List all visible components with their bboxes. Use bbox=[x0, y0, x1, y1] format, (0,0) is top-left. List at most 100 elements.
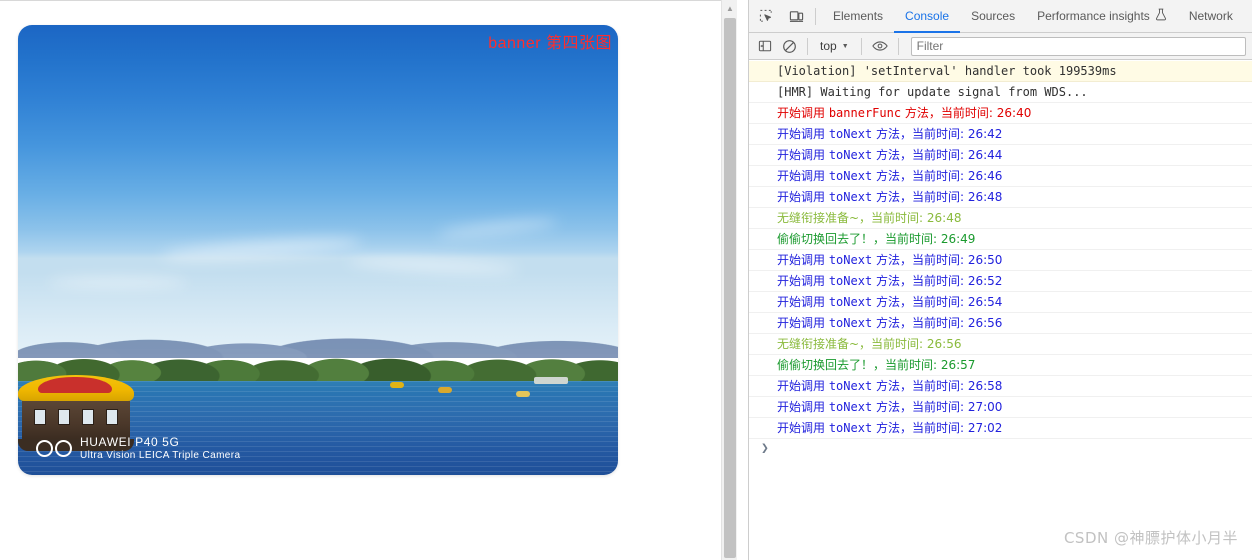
console-log-banner-func[interactable]: 开始调用 bannerFunc 方法，当前时间: 26:40 bbox=[749, 103, 1252, 124]
banner-label: banner 第四张图 bbox=[488, 35, 612, 52]
log-method-name: bannerFunc bbox=[828, 106, 902, 120]
scroll-up-arrow-icon[interactable]: ▲ bbox=[722, 0, 737, 16]
log-suffix: 方法，当前时间: 26:44 bbox=[872, 148, 1003, 162]
console-prompt[interactable]: ❯ bbox=[749, 439, 1252, 461]
log-suffix: 方法，当前时间: 26:58 bbox=[872, 379, 1003, 393]
console-log-to-next[interactable]: 开始调用 toNext 方法，当前时间: 26:50 bbox=[749, 250, 1252, 271]
tab-label: Sources bbox=[971, 9, 1016, 23]
leica-lens-icon bbox=[36, 439, 72, 457]
flask-icon bbox=[1155, 8, 1167, 24]
inspect-element-icon[interactable] bbox=[753, 3, 779, 29]
log-prefix: 开始调用 bbox=[777, 148, 829, 162]
live-expression-icon[interactable] bbox=[868, 35, 892, 57]
log-prefix: 开始调用 bbox=[777, 400, 829, 414]
log-suffix: 方法，当前时间: 26:54 bbox=[872, 295, 1003, 309]
console-log-to-next[interactable]: 开始调用 toNext 方法，当前时间: 26:52 bbox=[749, 271, 1252, 292]
device-toolbar-icon[interactable] bbox=[783, 3, 809, 29]
tab-sources[interactable]: Sources bbox=[960, 0, 1026, 33]
log-method-name: toNext bbox=[828, 148, 873, 162]
tab-performance-insights[interactable]: Performance insights bbox=[1026, 0, 1178, 33]
log-text: 无缝衔接准备~，当前时间: 26:48 bbox=[777, 211, 962, 225]
log-method-name: toNext bbox=[828, 274, 873, 288]
context-label: top bbox=[820, 39, 837, 53]
log-prefix: 开始调用 bbox=[777, 295, 829, 309]
log-suffix: 方法，当前时间: 26:50 bbox=[872, 253, 1003, 267]
banner-carousel-image[interactable]: banner 第四张图 HUAWEI P40 5G Ultra Vision L… bbox=[18, 25, 618, 475]
log-text: 偷偷切换回去了！，当前时间: 26:49 bbox=[777, 232, 976, 246]
scrollbar-thumb[interactable] bbox=[724, 18, 736, 558]
log-method-name: toNext bbox=[828, 190, 873, 204]
boat-window bbox=[106, 409, 118, 425]
log-suffix: 方法，当前时间: 26:52 bbox=[872, 274, 1003, 288]
page-vertical-scrollbar[interactable]: ▲ bbox=[721, 0, 737, 560]
console-message-list[interactable]: [Violation] 'setInterval' handler took 1… bbox=[749, 61, 1252, 560]
log-prefix: 开始调用 bbox=[777, 316, 829, 330]
tab-label: Performance insights bbox=[1037, 9, 1150, 23]
console-log-to-next[interactable]: 开始调用 toNext 方法，当前时间: 26:56 bbox=[749, 313, 1252, 334]
log-prefix: 开始调用 bbox=[777, 274, 829, 288]
console-log-switch-back[interactable]: 偷偷切换回去了！，当前时间: 26:57 bbox=[749, 355, 1252, 376]
console-toolbar: top ▼ bbox=[749, 33, 1252, 60]
console-log-to-next[interactable]: 开始调用 toNext 方法，当前时间: 26:48 bbox=[749, 187, 1252, 208]
log-prefix: 开始调用 bbox=[777, 127, 829, 141]
console-log-to-next[interactable]: 开始调用 toNext 方法，当前时间: 26:42 bbox=[749, 124, 1252, 145]
toolbar-divider bbox=[815, 7, 816, 25]
tab-console[interactable]: Console bbox=[894, 0, 960, 33]
console-log-hmr[interactable]: [HMR] Waiting for update signal from WDS… bbox=[749, 82, 1252, 103]
chevron-down-icon: ▼ bbox=[841, 42, 849, 50]
console-log-seamless-prepare[interactable]: 无缝衔接准备~，当前时间: 26:48 bbox=[749, 208, 1252, 229]
log-method-name: toNext bbox=[828, 316, 873, 330]
log-prefix: 开始调用 bbox=[777, 169, 829, 183]
clear-console-icon[interactable] bbox=[777, 35, 801, 57]
log-text: [Violation] 'setInterval' handler took 1… bbox=[777, 64, 1117, 78]
camera-spec-text: Ultra Vision LEICA Triple Camera bbox=[80, 449, 241, 461]
console-filter-input[interactable] bbox=[910, 36, 1246, 56]
log-method-name: toNext bbox=[828, 253, 873, 267]
log-suffix: 方法，当前时间: 26:42 bbox=[872, 127, 1003, 141]
tab-network[interactable]: Network bbox=[1178, 0, 1244, 33]
execution-context-selector[interactable]: top ▼ bbox=[814, 36, 855, 56]
log-prefix: 开始调用 bbox=[777, 421, 829, 435]
log-prefix: 开始调用 bbox=[777, 253, 829, 267]
console-log-seamless-prepare[interactable]: 无缝衔接准备~，当前时间: 26:56 bbox=[749, 334, 1252, 355]
tab-label: Network bbox=[1188, 9, 1233, 23]
log-suffix: 方法，当前时间: 27:00 bbox=[872, 400, 1003, 414]
tab-label: Console bbox=[905, 9, 950, 23]
console-log-to-next[interactable]: 开始调用 toNext 方法，当前时间: 26:46 bbox=[749, 166, 1252, 187]
console-log-switch-back[interactable]: 偷偷切换回去了！，当前时间: 26:49 bbox=[749, 229, 1252, 250]
toolbar-divider bbox=[897, 37, 899, 55]
log-method-name: toNext bbox=[828, 295, 873, 309]
log-suffix: 方法，当前时间: 26:56 bbox=[872, 316, 1003, 330]
toolbar-divider bbox=[807, 37, 808, 55]
shore-building bbox=[534, 377, 568, 384]
log-prefix: 开始调用 bbox=[777, 379, 829, 393]
boat-window bbox=[82, 409, 94, 425]
console-log-to-next[interactable]: 开始调用 toNext 方法，当前时间: 27:02 bbox=[749, 418, 1252, 439]
devtools-panel: Elements Console Sources Performance ins… bbox=[748, 0, 1252, 560]
console-log-to-next[interactable]: 开始调用 toNext 方法，当前时间: 26:54 bbox=[749, 292, 1252, 313]
log-suffix: 方法，当前时间: 27:02 bbox=[872, 421, 1003, 435]
log-prefix: 开始调用 bbox=[777, 190, 829, 204]
console-log-to-next[interactable]: 开始调用 toNext 方法，当前时间: 26:58 bbox=[749, 376, 1252, 397]
camera-model-text: HUAWEI P40 5G bbox=[80, 434, 180, 449]
log-prefix: 开始调用 bbox=[777, 106, 829, 120]
console-log-violation[interactable]: [Violation] 'setInterval' handler took 1… bbox=[749, 61, 1252, 82]
log-method-name: toNext bbox=[828, 379, 873, 393]
log-method-name: toNext bbox=[828, 169, 873, 183]
log-text: 无缝衔接准备~，当前时间: 26:56 bbox=[777, 337, 962, 351]
console-log-to-next[interactable]: 开始调用 toNext 方法，当前时间: 27:00 bbox=[749, 397, 1252, 418]
tab-label: Elements bbox=[833, 9, 884, 23]
console-sidebar-toggle-icon[interactable] bbox=[753, 35, 777, 57]
tab-elements[interactable]: Elements bbox=[822, 0, 894, 33]
log-method-name: toNext bbox=[828, 421, 873, 435]
console-log-to-next[interactable]: 开始调用 toNext 方法，当前时间: 26:44 bbox=[749, 145, 1252, 166]
log-text: 偷偷切换回去了！，当前时间: 26:57 bbox=[777, 358, 976, 372]
prompt-caret-icon: ❯ bbox=[761, 441, 769, 456]
distant-boat bbox=[390, 382, 404, 388]
devtools-tabbar: Elements Console Sources Performance ins… bbox=[749, 0, 1252, 33]
viewport-top-divider bbox=[0, 0, 737, 1]
log-suffix: 方法，当前时间: 26:46 bbox=[872, 169, 1003, 183]
log-method-name: toNext bbox=[828, 127, 873, 141]
boat-window bbox=[58, 409, 70, 425]
screenshot-root: banner 第四张图 HUAWEI P40 5G Ultra Vision L… bbox=[0, 0, 1252, 560]
